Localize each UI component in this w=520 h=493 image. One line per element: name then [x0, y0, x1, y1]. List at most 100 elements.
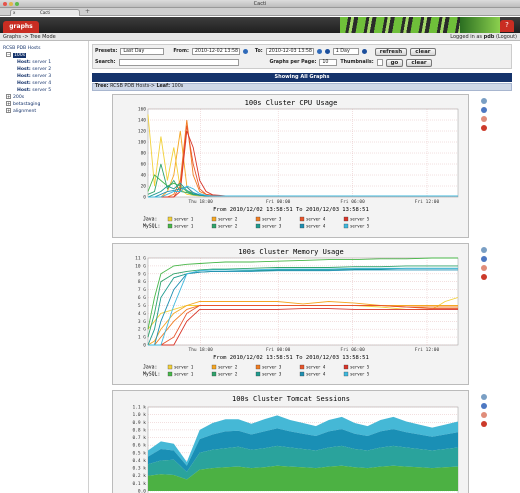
graph-filter: Presets: Last Day From: 2010-12-02 13:58… [92, 44, 512, 69]
showing-header: Showing All Graphs [92, 73, 512, 82]
memory-usage-graph[interactable]: 100s Cluster Memory Usage 0 1 G 2 G 3 G 4 G 5 … [112, 243, 469, 385]
help-icon[interactable]: ? [500, 20, 514, 32]
legend-label: server 4 [306, 372, 326, 377]
host-name[interactable]: server 1 [32, 60, 51, 65]
legend-label: server 4 [306, 224, 326, 229]
browser-tab[interactable]: x Cacti [10, 9, 80, 16]
go-button[interactable]: go [385, 58, 404, 67]
csv-export-icon[interactable] [481, 403, 487, 409]
presets-select[interactable]: Last Day [120, 48, 165, 55]
legend-group-label: MySQL: [143, 372, 160, 378]
legend-label: server 5 [350, 224, 370, 229]
tree-host-5[interactable]: Host: server 5 [3, 87, 85, 94]
tab-close-icon[interactable]: x [13, 10, 15, 16]
tree-node-200s[interactable]: +200s [3, 94, 85, 101]
host-name[interactable]: server 2 [32, 67, 51, 72]
csv-export-icon[interactable] [481, 256, 487, 262]
y-tick-label: 0.8 k [132, 427, 146, 433]
leaf-label: Leaf: [156, 84, 171, 89]
breadcrumb-text[interactable]: Graphs -> Tree Mode [3, 34, 56, 40]
y-tick-label: 11 G [135, 256, 146, 262]
graph-tree: RCSB PDB Hosts −100s Host: server 1 Host… [3, 45, 85, 115]
shift-right-icon[interactable] [361, 49, 367, 54]
browser-tab-bar: x Cacti + [0, 8, 520, 16]
refresh-button[interactable]: refresh [374, 47, 408, 56]
per-page-select[interactable]: 10 [319, 59, 338, 66]
tree-expander-icon[interactable]: + [6, 108, 11, 113]
panel-divider[interactable] [88, 41, 89, 493]
clear-button[interactable]: clear [410, 47, 436, 56]
tree-host-2[interactable]: Host: server 2 [3, 66, 85, 73]
chart-title: 100s Cluster Tomcat Sessions [232, 395, 350, 403]
shift-left-icon[interactable] [324, 49, 330, 54]
host-name[interactable]: server 5 [32, 88, 51, 93]
tree-node-label[interactable]: betastaging [13, 102, 40, 107]
legend-label: server 1 [174, 224, 194, 229]
y-tick-label: 6 G [138, 295, 146, 301]
host-name[interactable]: server 3 [32, 74, 51, 79]
tomcat-sessions-graph[interactable]: 100s Cluster Tomcat Sessions 0.0 0.1 k 0.2 … [112, 390, 469, 493]
y-tick-label: 0.1 k [132, 481, 146, 487]
y-tick-label: 20 [141, 184, 147, 190]
host-name[interactable]: server 4 [32, 81, 51, 86]
zoom-icon[interactable] [481, 247, 487, 253]
tomcat-sessions-chart[interactable]: 100s Cluster Tomcat Sessions 0.0 0.1 k 0.2 … [113, 391, 470, 493]
properties-icon[interactable] [481, 412, 487, 418]
time-graph-icon[interactable] [481, 421, 487, 427]
legend-label: server 1 [174, 365, 194, 370]
tree-node-betastaging[interactable]: + betastaging [3, 101, 85, 108]
cpu-usage-graph[interactable]: 100s Cluster CPU Usage 0 20 40 60 80 100 120 140… [112, 94, 469, 238]
y-tick-label: 1 G [138, 335, 146, 341]
time-range-label: From 2010/12/02 13:58:51 To 2010/12/03 1… [213, 207, 369, 213]
tree-root-label[interactable]: RCSB PDB Hosts [3, 46, 40, 51]
y-tick-label: 0.7 k [132, 435, 146, 441]
tree-expander-icon[interactable]: + [6, 101, 11, 106]
tree-host-4[interactable]: Host: server 4 [3, 80, 85, 87]
tree-host-1[interactable]: Host: server 1 [3, 59, 85, 66]
to-input[interactable]: 2010-12-03 13:58 [265, 48, 314, 55]
cpu-usage-chart[interactable]: 100s Cluster CPU Usage 0 20 40 60 80 100 120 140… [113, 95, 470, 239]
graphs-tab[interactable]: graphs [3, 21, 39, 33]
tree-node-label[interactable]: 100s [13, 53, 27, 58]
calendar-icon[interactable] [242, 49, 248, 54]
properties-icon[interactable] [481, 116, 487, 122]
login-user: pdb [483, 34, 495, 40]
time-graph-icon[interactable] [481, 274, 487, 280]
memory-usage-chart[interactable]: 100s Cluster Memory Usage 0 1 G 2 G 3 G 4 G 5 … [113, 244, 470, 386]
tree-host-3[interactable]: Host: server 3 [3, 73, 85, 80]
calendar-icon[interactable] [316, 49, 322, 54]
properties-icon[interactable] [481, 265, 487, 271]
tree-root[interactable]: RCSB PDB Hosts [3, 45, 85, 52]
tree-node-label[interactable]: 200s [13, 95, 24, 100]
legend-label: server 4 [306, 365, 326, 370]
zoom-icon[interactable] [481, 98, 487, 104]
logout-link[interactable]: (Logout) [496, 34, 517, 40]
clear-search-button[interactable]: clear [406, 58, 432, 67]
tree-label: Tree: [95, 84, 109, 89]
time-graph-icon[interactable] [481, 125, 487, 131]
y-tick-label: 160 [138, 107, 146, 113]
tree-node-label[interactable]: alignment [13, 109, 36, 114]
new-tab-button[interactable]: + [84, 9, 91, 15]
zoom-icon[interactable] [481, 394, 487, 400]
legend-swatch [211, 371, 217, 377]
presets-label: Presets: [95, 49, 118, 54]
tree-expander-icon[interactable]: − [6, 52, 11, 57]
tree-expander-icon[interactable]: + [6, 94, 11, 99]
y-tick-label: 1.1 k [132, 405, 146, 411]
search-input[interactable] [118, 59, 239, 66]
filter-row-search: Search: Graphs per Page: 10 Thumbnails: … [95, 58, 432, 67]
y-tick-label: 2 G [138, 327, 146, 333]
leaf-value: 100s [171, 84, 184, 89]
thumbnails-checkbox[interactable] [376, 59, 383, 66]
legend-swatch [167, 223, 173, 229]
from-input[interactable]: 2010-12-02 13:58 [191, 48, 240, 55]
tree-node-alignment[interactable]: + alignment [3, 108, 85, 115]
window-titlebar: Cacti [0, 0, 520, 8]
search-label: Search: [95, 60, 116, 65]
csv-export-icon[interactable] [481, 107, 487, 113]
timespan-select[interactable]: 1 Day [332, 48, 359, 55]
x-tick-label: Fri 00:00 [266, 199, 291, 205]
x-tick-label: Fri 12:00 [415, 199, 440, 205]
tree-node-100s[interactable]: −100s [3, 52, 85, 59]
